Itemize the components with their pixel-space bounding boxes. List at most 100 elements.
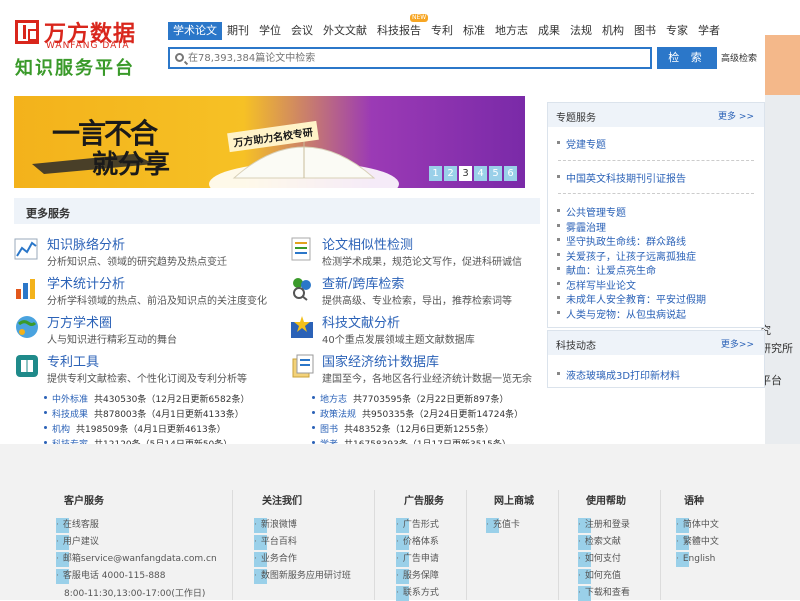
footer-link[interactable]: 平台百科 xyxy=(254,535,297,550)
service-tech-literature-analysis[interactable]: 科技文献分析 40个重点发展领域主题文献数据库 xyxy=(289,312,559,348)
footer-link[interactable]: 如何充值 xyxy=(578,569,621,584)
banner-page-3[interactable]: 3 xyxy=(459,166,472,181)
footer-link[interactable]: 广告形式 xyxy=(396,518,439,533)
language-option[interactable]: 繁體中文 xyxy=(676,535,719,550)
banner-page-6[interactable]: 6 xyxy=(504,166,517,181)
service-economic-statistics[interactable]: 国家经济统计数据库 建国至今，各地区各行业经济统计数据一览无余 xyxy=(289,351,559,387)
service-knowledge-context[interactable]: 知识脉络分析 分析知识点、领域的研究趋势及热点变迁 xyxy=(14,234,284,270)
service-title[interactable]: 学术统计分析 xyxy=(47,273,125,292)
nav-item-books[interactable]: 图书 xyxy=(629,22,661,40)
nav-item-experts[interactable]: 专家 xyxy=(661,22,693,40)
stat-label[interactable]: 科技成果 xyxy=(52,410,88,420)
language-option[interactable]: English xyxy=(676,552,715,567)
nav-item-regulations[interactable]: 法规 xyxy=(565,22,597,40)
footer-link[interactable]: 邮箱service@wanfangdata.com.cn xyxy=(56,552,217,567)
service-academic-statistics[interactable]: 学术统计分析 分析学科领域的热点、前沿及知识点的关注度变化 xyxy=(14,273,284,309)
footer-divider xyxy=(660,490,661,600)
search-input[interactable] xyxy=(188,50,643,66)
topic-link[interactable]: 献血：让爱点亮生命 xyxy=(557,262,656,277)
service-title[interactable]: 论文相似性检测 xyxy=(322,234,413,253)
nav-item-patents[interactable]: 专利 xyxy=(426,22,458,40)
footer-link[interactable]: 注册和登录 xyxy=(578,518,630,533)
stat-value: 共198509条（4月1日更新4613条） xyxy=(76,425,226,435)
nav-item-degrees[interactable]: 学位 xyxy=(254,22,286,40)
stat-value: 共950335条（2月24日更新14724条） xyxy=(362,410,524,420)
topic-link[interactable]: 中国英文科技期刊引证报告 xyxy=(557,170,686,185)
nav-item-scholars[interactable]: 学者 xyxy=(693,22,725,40)
side-banner[interactable] xyxy=(765,35,800,95)
nav-item-tech-reports[interactable]: 科技报告 NEW xyxy=(372,14,429,40)
nav-item-local-records[interactable]: 地方志 xyxy=(490,22,533,40)
topic-link[interactable]: 人类与宠物：从包虫病说起 xyxy=(557,306,686,321)
more-link[interactable]: 更多 >> xyxy=(718,109,754,122)
service-desc: 建国至今，各地区各行业经济统计数据一览无余 xyxy=(322,374,532,385)
more-link[interactable]: 更多>> xyxy=(721,337,754,350)
service-title[interactable]: 查新/跨库检索 xyxy=(322,273,404,292)
service-desc: 检测学术成果，规范论文写作，促进科研诚信 xyxy=(322,257,522,268)
topic-link[interactable]: 党建专题 xyxy=(557,136,606,151)
nav-item-achievements[interactable]: 成果 xyxy=(533,22,565,40)
stat-label[interactable]: 地方志 xyxy=(320,395,347,405)
service-novelty-search[interactable]: 查新/跨库检索 提供高级、专业检索，导出，推荐检索词等 xyxy=(289,273,559,309)
footer-col-title: 关注我们 xyxy=(262,496,302,507)
stat-label[interactable]: 机构 xyxy=(52,425,70,435)
topic-link[interactable]: 公共管理专题 xyxy=(557,204,626,219)
advanced-search-link[interactable]: 高级检索 xyxy=(721,51,757,64)
topic-link[interactable]: 雾霾治理 xyxy=(557,219,606,234)
service-title[interactable]: 知识脉络分析 xyxy=(47,234,125,253)
footer-link[interactable]: 用户建议 xyxy=(56,535,99,550)
service-title[interactable]: 万方学术圈 xyxy=(47,312,112,331)
nav-item-papers[interactable]: 学术论文 xyxy=(168,22,222,40)
topic-link[interactable]: 坚守执政生命线：群众路线 xyxy=(557,233,686,248)
bullet-icon xyxy=(44,411,47,414)
footer-link[interactable]: 新浪微博 xyxy=(254,518,297,533)
footer-link[interactable]: 下载和查看 xyxy=(578,586,630,601)
footer-link[interactable]: 业务合作 xyxy=(254,552,297,567)
service-desc: 40个重点发展领域主题文献数据库 xyxy=(322,335,475,346)
footer-link[interactable]: 联系方式 xyxy=(396,586,439,601)
footer-col-title: 使用帮助 xyxy=(586,496,626,507)
footer-link[interactable]: 服务保障 xyxy=(396,569,439,584)
service-desc: 人与知识进行精彩互动的舞台 xyxy=(47,335,177,346)
language-option[interactable]: 简体中文 xyxy=(676,518,719,533)
nav-item-institutions[interactable]: 机构 xyxy=(597,22,629,40)
banner-page-5[interactable]: 5 xyxy=(489,166,502,181)
bullet-icon xyxy=(44,396,47,399)
footer-link[interactable]: 充值卡 xyxy=(486,518,520,533)
footer-link[interactable]: 广告申请 xyxy=(396,552,439,567)
stat-books: 图书 共48352条（12月6日更新1255条） xyxy=(312,422,494,435)
banner-page-1[interactable]: 1 xyxy=(429,166,442,181)
search-button[interactable]: 检 索 xyxy=(657,47,717,69)
stat-value: 共7703595条（2月22日更新897条） xyxy=(353,395,509,405)
tech-news-panel: 科技动态 更多>> 液态玻璃成3D打印新材料 xyxy=(547,330,765,388)
stat-label[interactable]: 图书 xyxy=(320,425,338,435)
nav-item-conferences[interactable]: 会议 xyxy=(286,22,318,40)
footer-link[interactable]: 数图新服务应用研讨班 xyxy=(254,569,351,584)
service-title[interactable]: 科技文献分析 xyxy=(322,312,400,331)
stat-label[interactable]: 中外标准 xyxy=(52,395,88,405)
news-link[interactable]: 液态玻璃成3D打印新材料 xyxy=(556,367,680,382)
nav-item-journals[interactable]: 期刊 xyxy=(222,22,254,40)
footer-link[interactable]: 在线客服 xyxy=(56,518,99,533)
promo-banner[interactable]: 一言不合 就分享 万方助力名校专研 1 2 3 4 5 6 xyxy=(14,96,525,188)
topic-link[interactable]: 关爱孩子，让孩子远离孤独症 xyxy=(557,248,696,263)
service-scholar-circle[interactable]: 万方学术圈 人与知识进行精彩互动的舞台 xyxy=(14,312,284,348)
banner-page-4[interactable]: 4 xyxy=(474,166,487,181)
service-title[interactable]: 国家经济统计数据库 xyxy=(322,351,439,370)
service-similarity-check[interactable]: 论文相似性检测 检测学术成果，规范论文写作，促进科研诚信 xyxy=(289,234,559,270)
service-title[interactable]: 专利工具 xyxy=(47,351,99,370)
stat-label[interactable]: 政策法规 xyxy=(320,410,356,420)
footer-link[interactable]: 如何支付 xyxy=(578,552,621,567)
service-patent-tools[interactable]: 专利工具 提供专利文献检索、个性化订阅及专利分析等 xyxy=(14,351,284,387)
footer-col-title: 语种 xyxy=(684,496,704,507)
footer-link[interactable]: 价格体系 xyxy=(396,535,439,550)
nav-item-foreign-literature[interactable]: 外文文献 xyxy=(318,22,372,40)
wanfang-logo-icon[interactable] xyxy=(15,20,39,44)
footer-divider xyxy=(558,490,559,600)
banner-page-2[interactable]: 2 xyxy=(444,166,457,181)
nav-item-standards[interactable]: 标准 xyxy=(458,22,490,40)
search-icon xyxy=(175,53,184,62)
footer-link[interactable]: 检索文献 xyxy=(578,535,621,550)
topic-link[interactable]: 未成年人安全教育：平安过假期 xyxy=(557,291,706,306)
topic-link[interactable]: 怎样写毕业论文 xyxy=(557,277,636,292)
